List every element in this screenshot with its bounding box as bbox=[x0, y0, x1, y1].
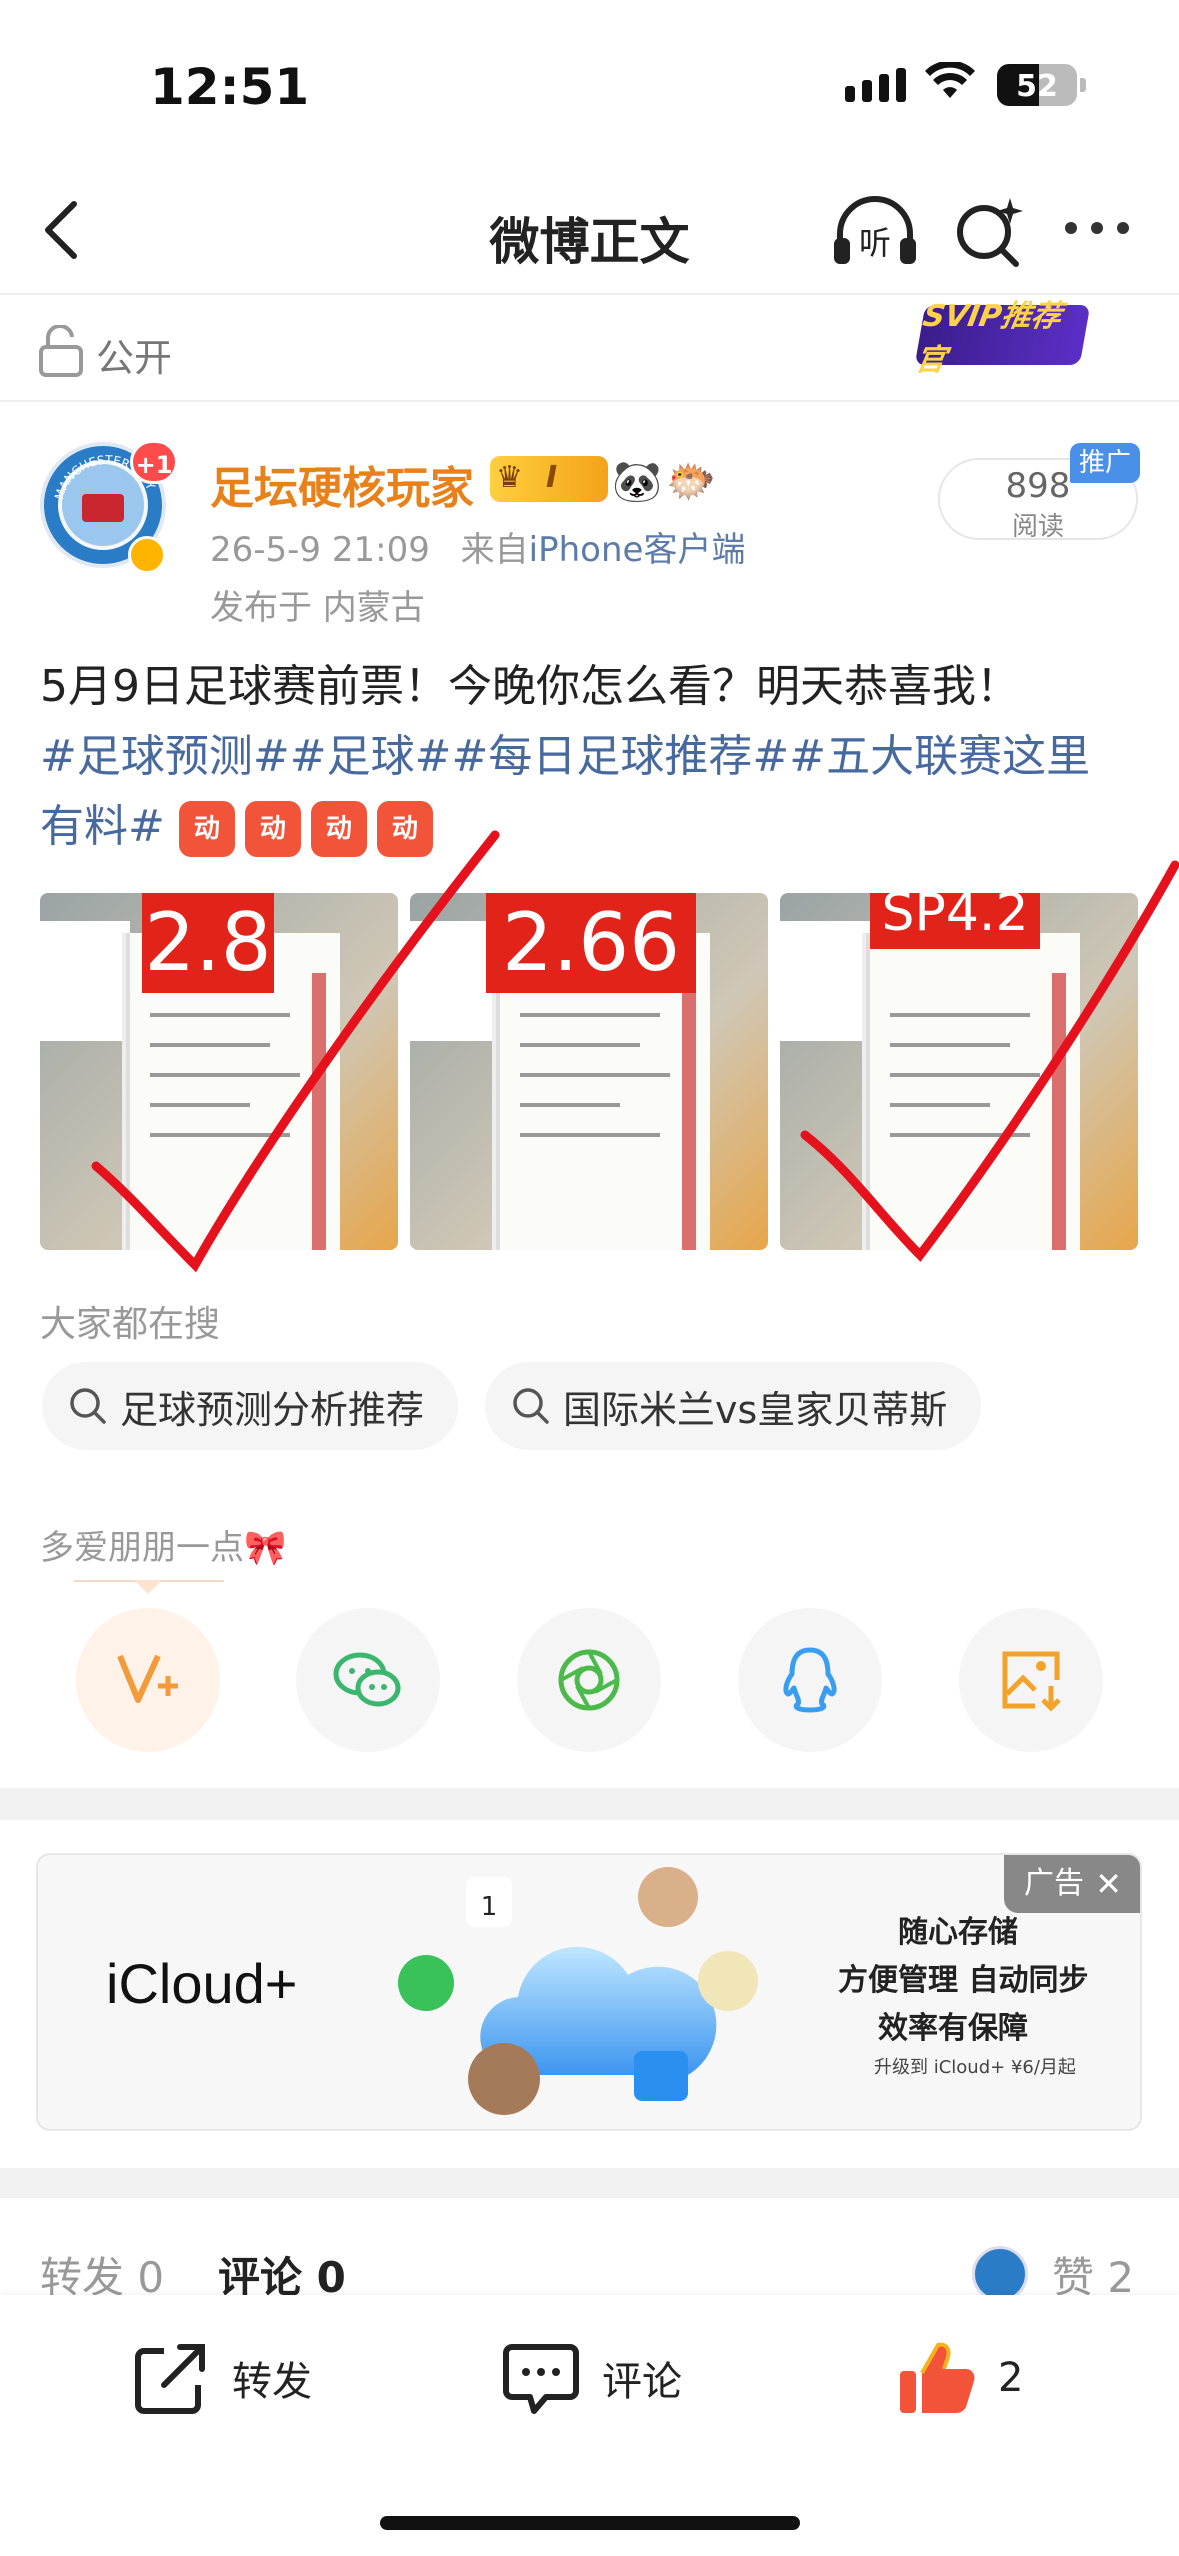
share-title-text: 多爱朋朋一点 bbox=[40, 1528, 244, 1568]
ad-line-4: 升级到 iCloud+ ¥6/月起 bbox=[874, 2057, 1076, 2078]
calendar-app-icon: 1 bbox=[466, 1877, 512, 1927]
share-title: 多爱朋朋一点🎀 bbox=[40, 1520, 286, 1569]
nav-bar: 微博正文 听 bbox=[0, 170, 1179, 295]
odds-label: 2.66 bbox=[486, 893, 696, 993]
messages-app-icon bbox=[398, 1955, 454, 2011]
post-text: 5月9日足球赛前票！今晚你怎么看？明天恭喜我！ bbox=[40, 661, 1020, 712]
battery-icon: 52 bbox=[997, 64, 1077, 106]
section-divider bbox=[0, 2168, 1179, 2198]
svip-badge-label: SVIP推荐官 bbox=[912, 299, 1065, 378]
ad-line-3: 效率有保障 bbox=[878, 2011, 1028, 2046]
fish-badge-icon[interactable]: 🐡 bbox=[666, 458, 716, 505]
comment-button[interactable]: 评论 bbox=[500, 2337, 682, 2419]
section-divider bbox=[0, 1788, 1179, 1820]
visibility-row: 公开 SVIP推荐官 bbox=[0, 297, 1179, 402]
search-icon bbox=[513, 1388, 549, 1424]
member-level-badge[interactable]: ♛ I bbox=[490, 456, 608, 502]
repost-button[interactable]: 转发 bbox=[130, 2337, 312, 2419]
v-plus-icon bbox=[117, 1654, 178, 1703]
hot-search-title: 大家都在搜 bbox=[40, 1304, 221, 1345]
photo-bubble bbox=[638, 1867, 698, 1927]
share-pointer bbox=[134, 1580, 162, 1594]
panda-badge-icon[interactable]: 🐼 bbox=[612, 458, 662, 505]
svip-recommender-badge[interactable]: SVIP推荐官 bbox=[912, 299, 1091, 378]
post-from-label: 来自 bbox=[460, 530, 529, 570]
status-bar: 12:51 52 bbox=[0, 0, 1179, 170]
thumbs-up-icon bbox=[900, 2342, 975, 2413]
post-hashtags-tail[interactable]: 有料# bbox=[40, 801, 165, 852]
hot-search-chip-label: 足球预测分析推荐 bbox=[120, 1387, 425, 1432]
close-icon[interactable]: ✕ bbox=[1095, 1855, 1122, 1913]
repost-label: 转发 bbox=[232, 2359, 312, 2405]
share-wechat-button[interactable] bbox=[296, 1608, 440, 1752]
ad-brand: iCloud+ bbox=[106, 1952, 298, 2015]
more-options-icon[interactable] bbox=[1065, 222, 1129, 234]
hot-search-chip[interactable]: 足球预测分析推荐 bbox=[42, 1362, 459, 1450]
visibility-label: 公开 bbox=[96, 336, 173, 380]
new-notification-badge: +1 bbox=[130, 440, 178, 484]
emoji-sticker: 动 bbox=[244, 801, 301, 857]
liker-avatar[interactable] bbox=[972, 2246, 1028, 2302]
post-content: 5月9日足球赛前票！今晚你怎么看？明天恭喜我！ #足球预测##足球##每日足球推… bbox=[40, 652, 1150, 862]
ad-line-1: 随心存储 bbox=[898, 1915, 1018, 1950]
like-count-label: 2 bbox=[998, 2355, 1024, 2401]
emoji-sticker: 动 bbox=[376, 801, 433, 857]
ad-line-2: 方便管理 自动同步 bbox=[838, 1963, 1089, 1998]
bow-icon: 🎀 bbox=[244, 1528, 287, 1568]
repost-icon bbox=[135, 2344, 205, 2414]
ad-tag-label: 广告 bbox=[1024, 1866, 1084, 1901]
read-label: 阅读 bbox=[1011, 512, 1064, 542]
hot-search-chip[interactable]: 国际米兰vs皇家贝蒂斯 bbox=[485, 1362, 982, 1450]
hot-search-chip-label: 国际米兰vs皇家贝蒂斯 bbox=[563, 1387, 948, 1432]
post-image[interactable]: 2.66 bbox=[410, 893, 768, 1250]
username[interactable]: 足坛硬核玩家 bbox=[210, 452, 474, 516]
emoji-sticker: 动 bbox=[310, 801, 367, 857]
post-source[interactable]: iPhone客户端 bbox=[529, 530, 746, 570]
post-hashtags[interactable]: #足球预测##足球##每日足球推荐##五大联赛这里 bbox=[40, 722, 1150, 792]
moments-icon bbox=[558, 1649, 620, 1711]
ad-banner[interactable]: iCloud+ 1 随心存储 方便管理 自动同步 效率有保障 升级到 iClou… bbox=[36, 1853, 1142, 2131]
listen-label: 听 bbox=[859, 224, 891, 262]
search-sparkle-icon[interactable] bbox=[950, 192, 1030, 272]
notes-app-icon bbox=[698, 1951, 758, 2011]
status-time: 12:51 bbox=[150, 58, 310, 116]
home-indicator[interactable] bbox=[380, 2516, 800, 2530]
listen-headphones-icon[interactable]: 听 bbox=[830, 192, 920, 272]
post-image[interactable]: 2.8 bbox=[40, 893, 398, 1250]
share-save-image-button[interactable] bbox=[959, 1608, 1103, 1752]
verified-badge-icon bbox=[128, 536, 166, 574]
photo-bubble bbox=[468, 2043, 540, 2115]
share-qq-button[interactable] bbox=[738, 1608, 882, 1752]
wechat-icon bbox=[333, 1652, 401, 1707]
comment-label: 评论 bbox=[602, 2359, 682, 2405]
promote-tag[interactable]: 推广 bbox=[1070, 443, 1140, 483]
betting-slip bbox=[870, 933, 1080, 1250]
share-moments-button[interactable] bbox=[517, 1608, 661, 1752]
odds-label: 2.8 bbox=[142, 893, 274, 993]
post-image[interactable]: SP4.2 bbox=[780, 893, 1138, 1250]
emoji-sticker: 动 bbox=[178, 801, 235, 857]
save-image-icon bbox=[1002, 1651, 1061, 1712]
odds-label: SP4.2 bbox=[870, 893, 1040, 949]
comment-icon bbox=[503, 2344, 579, 2414]
wifi-icon bbox=[925, 62, 975, 98]
crown-icon: ♛ bbox=[496, 460, 523, 495]
battery-cap bbox=[1080, 78, 1086, 92]
files-app-icon bbox=[634, 2051, 688, 2101]
post-location: 发布于 内蒙古 bbox=[210, 588, 425, 628]
unlock-icon bbox=[39, 325, 83, 377]
lottery-logo bbox=[780, 921, 870, 1041]
ad-tag[interactable]: 广告 ✕ bbox=[1004, 1855, 1140, 1913]
lottery-logo bbox=[40, 921, 130, 1041]
post-date: 26-5-9 21:09 bbox=[210, 530, 430, 570]
level-badge-label: I bbox=[546, 460, 558, 495]
like-button[interactable]: 2 bbox=[896, 2337, 1023, 2419]
search-icon bbox=[70, 1388, 106, 1424]
battery-percent: 52 bbox=[1016, 69, 1058, 104]
share-vplus-button[interactable] bbox=[76, 1608, 220, 1752]
post-meta: 26-5-9 21:09 来自iPhone客户端 bbox=[210, 522, 745, 571]
qq-icon bbox=[783, 1647, 837, 1713]
cellular-signal-icon bbox=[845, 68, 906, 102]
